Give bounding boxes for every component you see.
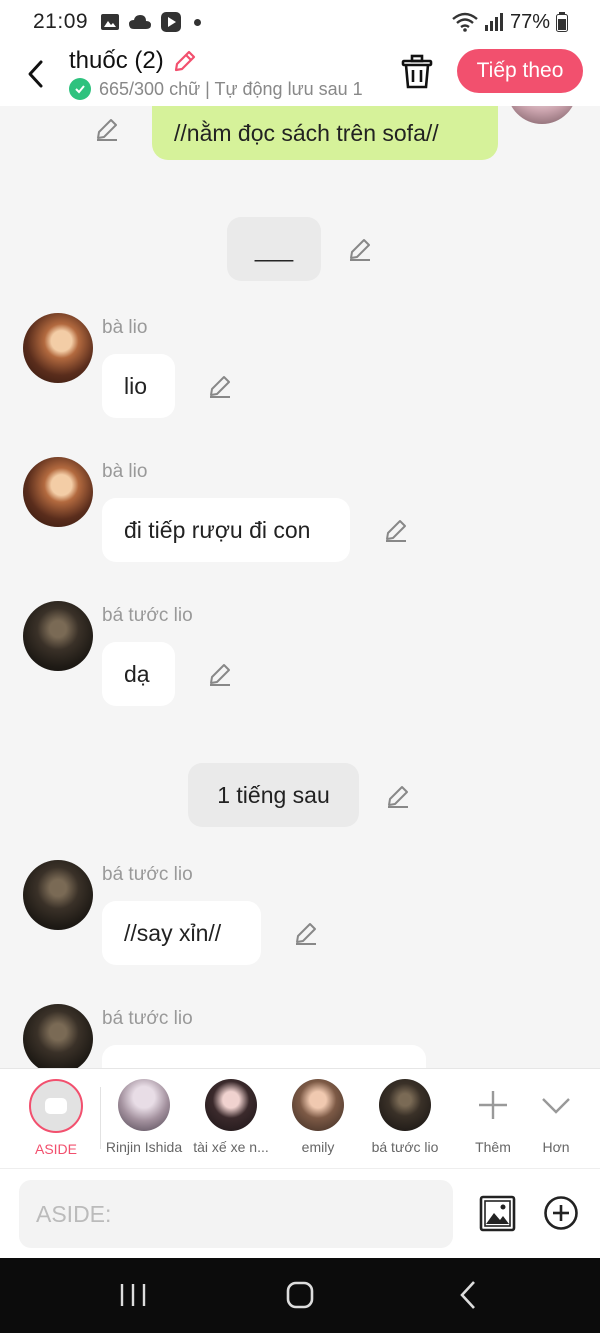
message-input[interactable] <box>19 1180 453 1248</box>
character-selector: ASIDE Rinjin Ishida tài xế xe n... emily… <box>0 1068 600 1168</box>
pencil-icon[interactable] <box>347 236 373 262</box>
avatar[interactable] <box>507 106 577 124</box>
composer <box>0 1168 600 1258</box>
status-right: 77% <box>452 11 568 34</box>
pencil-icon[interactable] <box>207 661 233 687</box>
sender-name: bá tước lio <box>102 1008 193 1029</box>
avatar[interactable] <box>23 860 93 930</box>
avatar[interactable] <box>23 457 93 527</box>
image-icon[interactable] <box>479 1195 516 1232</box>
avatar <box>205 1079 257 1131</box>
recents-icon[interactable] <box>119 1282 147 1308</box>
story-title[interactable]: thuốc (2) <box>69 47 198 75</box>
character-item[interactable]: bá tước lio <box>360 1079 450 1155</box>
pencil-icon[interactable] <box>94 116 120 142</box>
check-icon <box>69 78 91 100</box>
more-button[interactable]: Hơn <box>526 1079 586 1155</box>
pencil-icon[interactable] <box>293 920 319 946</box>
system-nav-bar <box>0 1258 600 1333</box>
character-label: Thêm <box>475 1139 511 1155</box>
status-bar: 21:09 77% <box>0 0 600 44</box>
back-nav-icon[interactable] <box>457 1280 479 1310</box>
gallery-icon <box>101 14 120 30</box>
pencil-icon[interactable] <box>385 783 411 809</box>
avatar <box>118 1079 170 1131</box>
aside-icon <box>29 1079 83 1133</box>
character-label: emily <box>301 1139 335 1155</box>
avatar[interactable] <box>23 601 93 671</box>
character-label: bá tước lio <box>371 1139 439 1155</box>
character-label: tài xế xe n... <box>193 1139 269 1155</box>
message-text: //nằm đọc sách trên sofa// <box>174 119 439 146</box>
narration-text: ___ <box>254 235 294 262</box>
editor-header: thuốc (2) 665/300 chữ | Tự động lưu sau … <box>0 44 600 106</box>
message-bubble[interactable]: //nằm đọc sách trên sofa// <box>152 106 498 160</box>
plus-circle-icon[interactable] <box>543 1195 579 1231</box>
add-character-button[interactable]: Thêm <box>448 1079 538 1155</box>
story-title-text: thuốc (2) <box>69 47 164 74</box>
media-icon <box>161 12 182 32</box>
battery-text: 77% <box>509 10 550 33</box>
character-aside[interactable]: ASIDE <box>11 1079 101 1157</box>
message-bubble[interactable]: lio <box>102 354 175 418</box>
plus-icon <box>479 1091 507 1119</box>
home-icon[interactable] <box>286 1281 314 1309</box>
back-arrow-icon[interactable] <box>22 56 50 92</box>
message-bubble[interactable]: //say xỉn// <box>102 901 261 965</box>
message-bubble[interactable]: đi tiếp rượu đi con <box>102 498 350 562</box>
character-item[interactable]: Rinjin Ishida <box>99 1079 189 1155</box>
wifi-icon <box>452 12 478 32</box>
character-label: Rinjin Ishida <box>105 1139 183 1155</box>
message-bubble[interactable]: dạ <box>102 642 175 706</box>
message-text: //say xỉn// <box>124 919 222 946</box>
sender-name: bà lio <box>102 317 148 338</box>
sender-name: bà lio <box>102 461 148 482</box>
sender-name: bá tước lio <box>102 864 193 885</box>
chevron-down-icon <box>542 1098 570 1114</box>
avatar <box>379 1079 431 1131</box>
avatar <box>292 1079 344 1131</box>
pencil-icon[interactable] <box>172 48 198 74</box>
chat-area[interactable]: //nằm đọc sách trên sofa// ___ bà lio li… <box>0 106 600 1068</box>
character-label: Hơn <box>542 1139 570 1155</box>
sender-name: bá tước lio <box>102 605 193 626</box>
cloud-icon <box>129 15 152 29</box>
character-item[interactable]: tài xế xe n... <box>186 1079 276 1155</box>
message-text: lio <box>124 372 148 399</box>
character-label: ASIDE <box>34 1141 77 1157</box>
trash-icon[interactable] <box>400 54 434 90</box>
save-status: 665/300 chữ | Tự động lưu sau 1 <box>69 78 363 100</box>
word-count-text: 665/300 chữ | Tự động lưu sau 1 <box>99 78 363 99</box>
battery-icon <box>556 12 568 32</box>
dot-icon <box>194 18 202 26</box>
avatar[interactable] <box>23 1004 93 1068</box>
message-bubble[interactable] <box>102 1045 426 1068</box>
narration-bubble[interactable]: 1 tiếng sau <box>188 763 359 827</box>
avatar[interactable] <box>23 313 93 383</box>
signal-icon <box>484 13 503 31</box>
next-button[interactable]: Tiếp theo <box>457 49 583 93</box>
pencil-icon[interactable] <box>207 373 233 399</box>
pencil-icon[interactable] <box>383 517 409 543</box>
notification-icons <box>100 11 202 33</box>
character-item[interactable]: emily <box>273 1079 363 1155</box>
status-time: 21:09 <box>33 10 89 33</box>
message-text: đi tiếp rượu đi con <box>124 516 311 543</box>
message-text: dạ <box>124 660 150 687</box>
narration-text: 1 tiếng sau <box>217 781 330 808</box>
narration-bubble[interactable]: ___ <box>227 217 321 281</box>
